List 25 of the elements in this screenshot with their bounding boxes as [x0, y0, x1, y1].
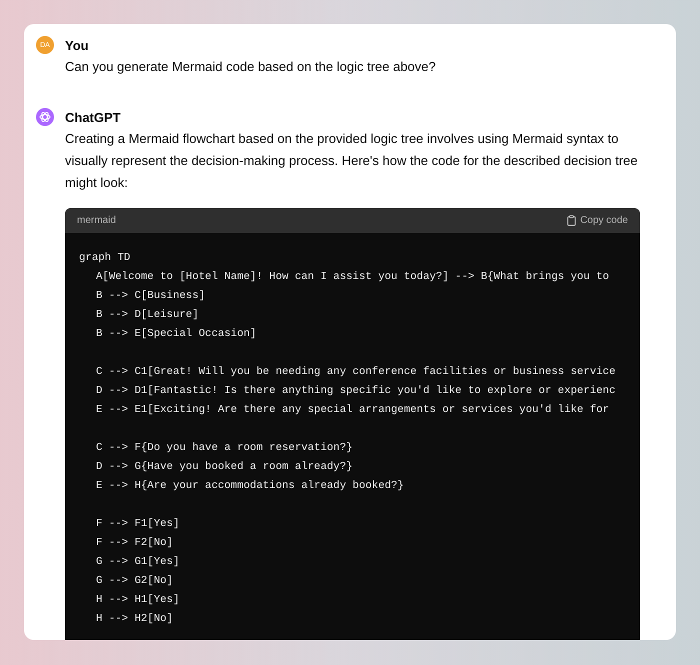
code-line: C --> C1[Great! Will you be needing any conference facilities or business service [95, 365, 616, 380]
code-line: graph TD [79, 251, 132, 266]
code-line: D --> D1[Fantastic! Is there anything specific you'd like to explore or experienc [95, 384, 616, 399]
code-line: E --> E1[Exciting! Are there any special arrangements or services you'd like for [95, 403, 610, 418]
copy-code-button[interactable]: Copy code [567, 215, 628, 226]
code-line: C --> F{Do you have a room reservation?} [95, 441, 354, 456]
code-line: B --> D[Leisure] [95, 308, 200, 323]
clipboard-icon [567, 215, 576, 226]
code-line: B --> C[Business] [95, 289, 206, 304]
code-line: A[Welcome to [Hotel Name]! How can I assist you today?] --> B{What brings you to [95, 270, 610, 285]
author-name: You [65, 38, 89, 52]
code-line: G --> G1[Yes] [95, 555, 180, 570]
code-line: E --> H{Are your accommodations already booked?} [95, 479, 405, 494]
code-line: D --> G{Have you booked a room already?} [95, 460, 354, 475]
assistant-logo-icon [36, 108, 54, 126]
code-line: B --> E[Special Occasion] [95, 327, 258, 342]
message-text: Creating a Mermaid flowchart based on the provided logic tree involves using Mermaid syntax to visually represent the decision-making process. Here's how the code for the described decision tree might look: [65, 130, 639, 192]
code-line: H --> H2[No] [95, 612, 174, 627]
code-line: F --> F1[Yes] [95, 517, 180, 532]
code-line: H --> H1[Yes] [95, 593, 180, 608]
code-line: F --> F2[No] [95, 536, 174, 551]
message-text: Can you generate Mermaid code based on the logic tree above? [65, 58, 437, 76]
author-name: ChatGPT [65, 110, 121, 124]
code-language: mermaid [77, 215, 116, 226]
code-line: G --> G2[No] [95, 574, 174, 589]
